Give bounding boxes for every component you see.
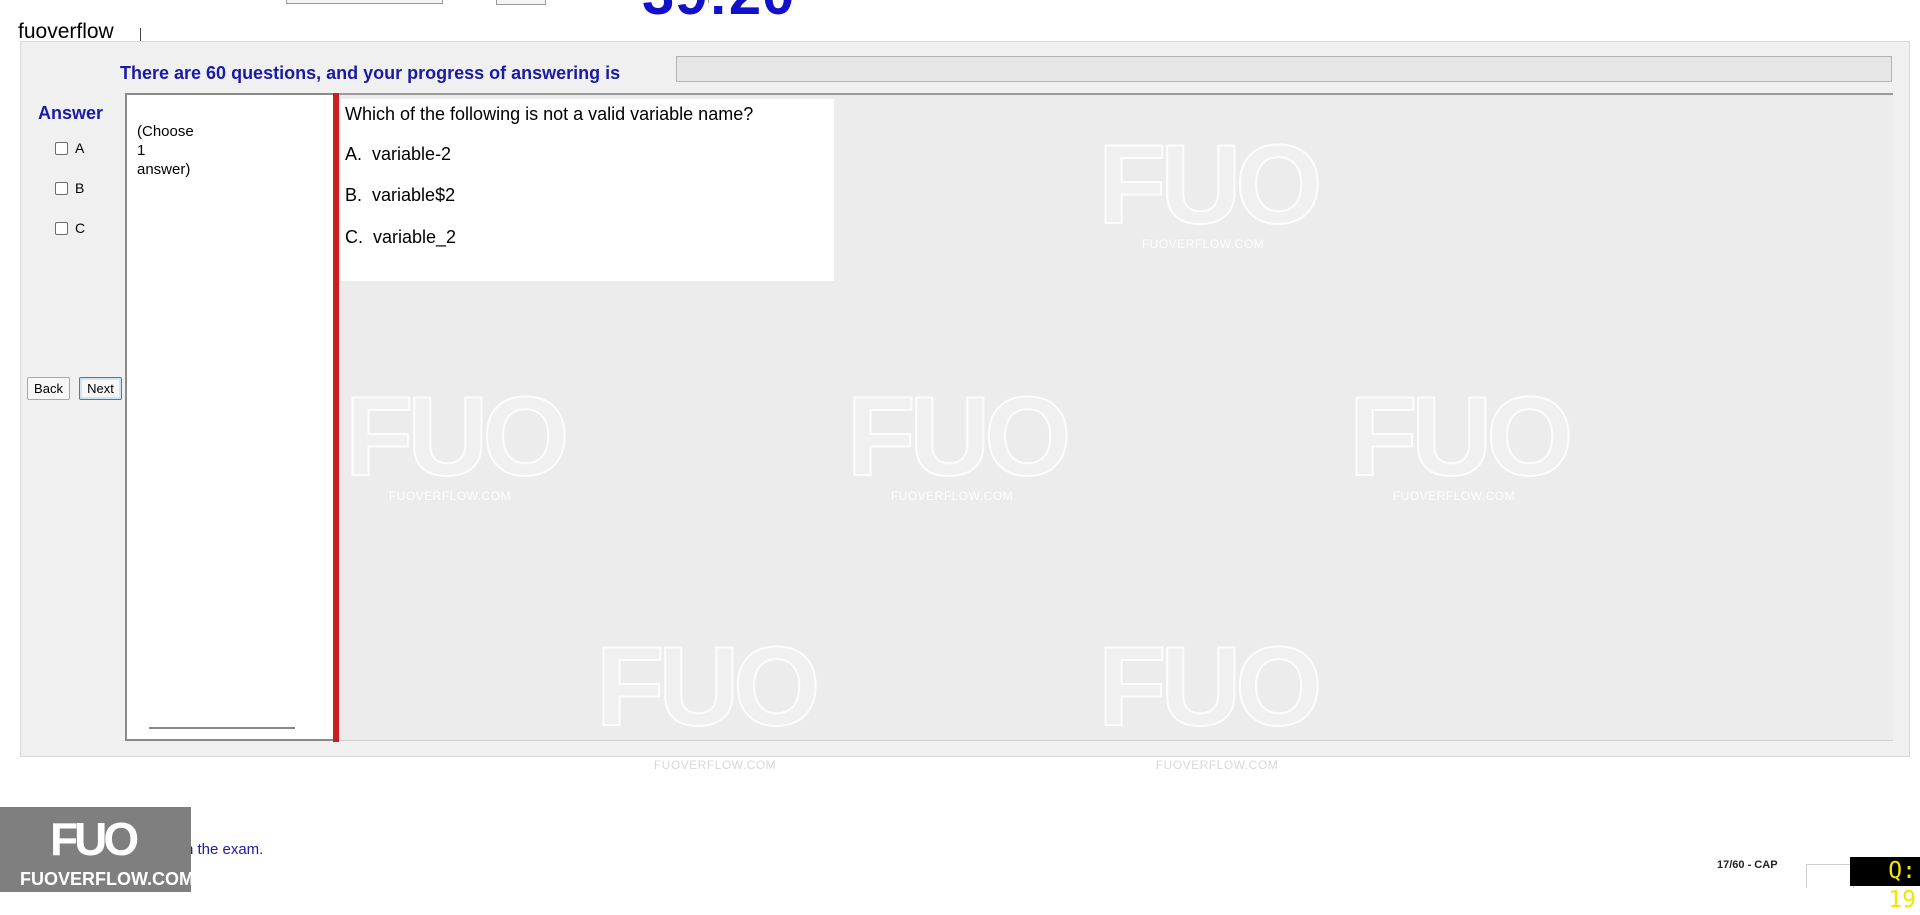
- status-box: [1806, 864, 1854, 888]
- choose-hint-line: answer): [137, 161, 191, 178]
- answer-option-label: C: [75, 220, 86, 236]
- answer-checkbox-b[interactable]: [55, 181, 68, 195]
- answer-option-a[interactable]: A: [55, 140, 84, 156]
- answer-option-b[interactable]: B: [55, 180, 84, 196]
- answer-checkbox-c[interactable]: [55, 221, 68, 235]
- status-text: 17/60 - CAP: [1717, 859, 1778, 871]
- countdown-timer: 39:20: [642, 0, 795, 24]
- watermark: FUO: [1097, 624, 1323, 749]
- question-answer-a: A. variable-2: [345, 144, 452, 164]
- question-answer-c: C. variable_2: [345, 227, 457, 247]
- question-answer-b: B. variable$2: [345, 185, 456, 205]
- watermark: FUO: [595, 624, 821, 749]
- watermark: FUOVERFLOW.COM: [653, 758, 777, 772]
- choose-hint-line: (Choose: [137, 123, 194, 140]
- exam-code-dropdown[interactable]: [286, 0, 709, 4]
- choose-hint-panel: (Choose 1 answer): [125, 93, 333, 741]
- fuoverflow-logo-badge: FUO FUOVERFLOW.COM: [0, 807, 194, 892]
- back-button[interactable]: Back: [27, 377, 70, 400]
- choose-hint-line: 1: [137, 142, 146, 159]
- logo-mark: FUO: [50, 813, 139, 865]
- question-box: Which of the following is not a valid va…: [341, 99, 834, 281]
- question-area: FUO FUOVERFLOW.COM FUO FUOVERFLOW.COM FUO F…: [339, 93, 1893, 749]
- question-counter: Q: 19: [1850, 857, 1920, 913]
- answer-option-label: B: [75, 180, 85, 196]
- answer-option-c[interactable]: C: [55, 220, 85, 236]
- watermark: FUOVERFLOW.COM: [1155, 758, 1279, 772]
- font-size-stepper[interactable]: [496, 0, 546, 5]
- answer-checkbox-a[interactable]: [55, 141, 68, 155]
- progress-bar: [676, 56, 1892, 82]
- choose-hint: (Choose 1 answer): [137, 122, 227, 179]
- logo-text: FUOVERFLOW.COM: [20, 869, 194, 889]
- answer-option-label: A: [75, 140, 85, 156]
- next-button[interactable]: Next: [79, 377, 122, 400]
- progress-label: There are 60 questions, and your progres…: [120, 63, 621, 83]
- watermark: FUOFUOVERFLOW.COM: [1348, 374, 1574, 504]
- watermark: FUOFUOVERFLOW.COM: [344, 374, 570, 504]
- horizontal-scrollbar[interactable]: [149, 727, 295, 729]
- answer-title: Answer: [38, 103, 104, 123]
- question-text: Which of the following is not a valid va…: [345, 104, 754, 124]
- watermark: FUOFUOVERFLOW.COM: [846, 374, 1072, 504]
- watermark: FUOFUOVERFLOW.COM: [1097, 122, 1323, 252]
